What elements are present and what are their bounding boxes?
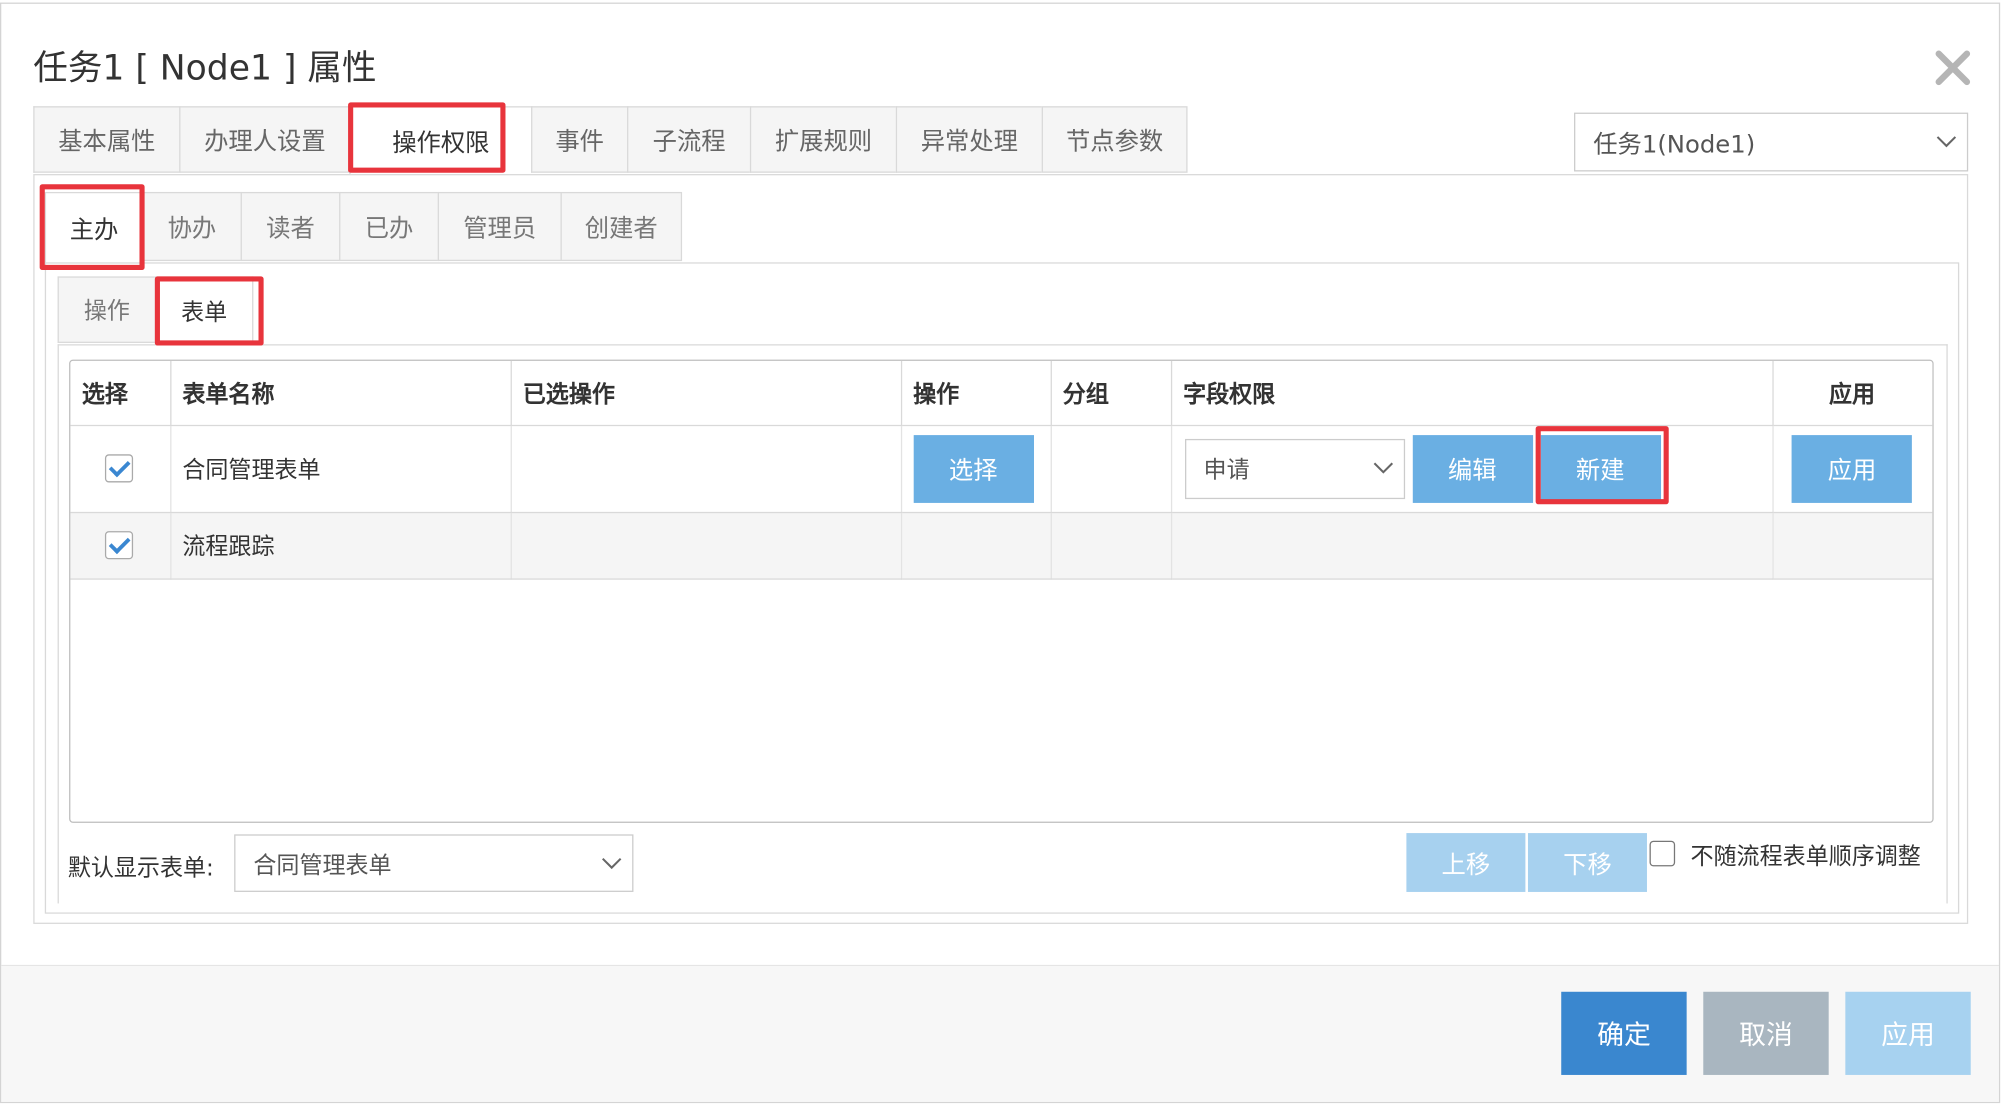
tab-label: 操作权限	[392, 128, 490, 157]
sub-tab-bar: 操作 表单	[57, 276, 254, 346]
keep-order-label: 不随流程表单顺序调整	[1690, 843, 1921, 871]
field-permissions-cell: 申请 编辑 新建	[1170, 424, 1774, 513]
selected-ops-cell	[510, 424, 902, 513]
form-name-cell: 合同管理表单	[170, 424, 512, 513]
tab-events[interactable]: 事件	[531, 106, 628, 173]
select-cell	[70, 511, 171, 580]
footer-apply-button[interactable]: 应用	[1845, 991, 1971, 1075]
node-select[interactable]: 任务1(Node1)	[1574, 112, 1969, 172]
keep-order-checkbox[interactable]	[1649, 840, 1676, 867]
table-header-row: 选择 表单名称 已选操作 操作 分组 字段权限 应用	[70, 360, 1933, 426]
select-cell	[70, 424, 171, 513]
tab-basic-properties[interactable]: 基本属性	[33, 106, 180, 173]
header-select: 选择	[70, 360, 171, 426]
tab-label: 办理人设置	[204, 127, 326, 156]
field-permission-value: 申请	[1203, 456, 1250, 484]
tab-handler-settings[interactable]: 办理人设置	[179, 106, 350, 173]
main-tab-bar: 基本属性 办理人设置 操作权限 事件 子流程 扩展规则 异常处理 节点参数	[33, 106, 1188, 176]
row-apply-button[interactable]: 应用	[1791, 434, 1913, 503]
chevron-down-icon	[1936, 136, 1957, 148]
tab-forms[interactable]: 表单	[154, 276, 254, 346]
tab-host[interactable]: 主办	[44, 191, 143, 264]
table-row: 流程跟踪	[70, 511, 1933, 580]
tab-node-parameters[interactable]: 节点参数	[1041, 106, 1188, 173]
tab-operations[interactable]: 操作	[57, 276, 155, 343]
group-cell	[1050, 424, 1172, 513]
group-cell	[1050, 511, 1172, 580]
tab-assist[interactable]: 协办	[142, 191, 241, 262]
header-form-name: 表单名称	[170, 360, 512, 426]
dialog-title: 任务1 [ Node1 ] 属性	[33, 48, 377, 89]
tab-label: 事件	[555, 127, 605, 156]
selected-ops-cell	[510, 511, 902, 580]
tab-label: 已办	[364, 214, 414, 243]
tab-label: 节点参数	[1065, 127, 1164, 156]
header-selected-ops: 已选操作	[510, 360, 902, 426]
tab-label: 创建者	[584, 214, 658, 243]
new-button[interactable]: 新建	[1540, 434, 1661, 503]
tab-subprocess[interactable]: 子流程	[627, 106, 750, 173]
tab-reader[interactable]: 读者	[240, 191, 340, 262]
node-select-value: 任务1(Node1)	[1593, 129, 1756, 159]
edit-button[interactable]: 编辑	[1412, 434, 1533, 503]
table-row: 合同管理表单 选择 申请 编辑 新建 应用	[70, 424, 1933, 513]
apply-cell: 应用	[1772, 424, 1933, 513]
tab-admin[interactable]: 管理员	[437, 191, 561, 262]
tab-operation-permissions[interactable]: 操作权限	[349, 106, 532, 176]
move-down-button[interactable]: 下移	[1527, 833, 1647, 892]
default-form-value: 合同管理表单	[253, 851, 392, 879]
tab-done[interactable]: 已办	[339, 191, 438, 262]
field-permissions-cell	[1170, 511, 1774, 580]
tab-extension-rules[interactable]: 扩展规则	[749, 106, 896, 173]
cancel-button[interactable]: 取消	[1703, 991, 1829, 1075]
apply-cell	[1772, 511, 1933, 580]
tab-label: 主办	[69, 215, 119, 244]
operation-cell: 选择	[900, 424, 1052, 513]
header-apply: 应用	[1772, 360, 1933, 426]
tab-exception-handling[interactable]: 异常处理	[895, 106, 1042, 173]
role-tab-bar: 主办 协办 读者 已办 管理员 创建者	[44, 191, 683, 264]
tab-label: 扩展规则	[774, 127, 873, 156]
field-permission-select[interactable]: 申请	[1184, 438, 1405, 499]
default-form-label: 默认显示表单:	[67, 854, 214, 882]
row-checkbox[interactable]	[105, 531, 134, 560]
tab-label: 子流程	[652, 127, 726, 156]
row-checkbox[interactable]	[105, 454, 134, 483]
tab-label: 表单	[181, 299, 228, 327]
ok-button[interactable]: 确定	[1561, 991, 1687, 1075]
operation-cell	[900, 511, 1052, 580]
header-group: 分组	[1050, 360, 1172, 426]
move-up-button[interactable]: 上移	[1406, 833, 1526, 892]
tab-creator[interactable]: 创建者	[560, 191, 683, 262]
tab-label: 操作	[83, 298, 130, 326]
tab-label: 读者	[266, 214, 315, 243]
dialog-footer	[1, 966, 1999, 1102]
form-name-cell: 流程跟踪	[170, 511, 512, 580]
header-operation: 操作	[900, 360, 1052, 426]
header-field-permissions: 字段权限	[1170, 360, 1774, 426]
tab-label: 管理员	[463, 214, 537, 243]
chevron-down-icon	[1373, 462, 1393, 474]
forms-table: 选择 表单名称 已选操作 操作 分组 字段权限 应用 合同管理表单 选择 申请 …	[69, 359, 1934, 823]
tab-label: 基本属性	[58, 127, 156, 156]
tab-label: 异常处理	[920, 127, 1019, 156]
select-operation-button[interactable]: 选择	[913, 434, 1034, 503]
tab-label: 协办	[167, 214, 217, 243]
chevron-down-icon	[602, 857, 622, 869]
default-form-select[interactable]: 合同管理表单	[234, 834, 634, 892]
close-icon[interactable]	[1927, 42, 1978, 93]
